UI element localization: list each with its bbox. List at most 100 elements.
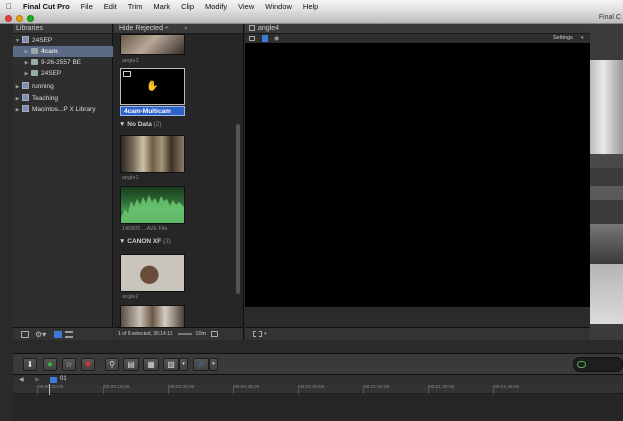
append-clip-button[interactable]: ▧ [163,358,179,371]
viewer-settings-button[interactable]: Settings [553,35,573,41]
audio-angle-icon[interactable]: ◉ [274,35,279,42]
select-tool-button[interactable]: ⬀ [193,358,209,371]
menu-mark[interactable]: Mark [153,2,170,11]
audio-video-angle-icon[interactable] [262,35,268,42]
connect-icon: ▤ [127,360,135,369]
unrate-button[interactable]: ☆ [62,358,76,371]
filter-popup[interactable]: Hide Rejected ÷ [119,25,169,32]
list-view-icon[interactable] [65,330,74,338]
viewer-header: angle4 [245,24,590,34]
ruler-tick: 00:01:15:00 [364,385,390,390]
clip-thumbnail-multicam[interactable]: ✋ [120,68,185,105]
section-disclosure-icon[interactable]: ▼ [119,121,125,128]
window-title: Final C [598,14,621,21]
viewer-video-screen[interactable] [245,43,590,307]
libraries-sidebar: Libraries ▼ 24SEP ▶ 4cam ▶ 9-26-2557 BE ▶ 24… [13,24,113,340]
arrow-cursor-icon: ⬀ [197,360,205,369]
disclosure-closed-icon[interactable]: ▶ [22,69,31,80]
section-header-no-data[interactable]: ▼ No Data (2) [119,121,162,128]
menu-window[interactable]: Window [265,2,292,11]
section-name: No Data [127,121,152,128]
browser-header: Hide Rejected ÷ ⌕ [114,24,243,34]
action-gear-icon[interactable]: ⚙▾ [35,330,46,339]
connect-clip-button[interactable]: ▤ [123,358,139,371]
star-outline-icon: ☆ [65,360,73,369]
viewer-clip-icon [249,25,255,31]
fullscreen-icon[interactable] [253,331,262,337]
clip-caption: angle3 [122,58,139,64]
tools-popup[interactable]: ▾ [209,358,218,371]
library-icon [22,82,29,89]
library-item-macintosh[interactable]: ▶ Macintos...P X Library [13,104,113,115]
insert-clip-button[interactable]: ▦ [143,358,159,371]
window-titlebar: Final C [0,12,623,24]
event-star-icon [31,70,38,76]
disclosure-closed-icon[interactable]: ▶ [13,82,22,93]
library-item-24sep[interactable]: ▼ 24SEP [13,35,113,46]
menu-modify[interactable]: Modify [205,2,227,11]
zoom-window-button[interactable] [27,15,34,22]
menu-view[interactable]: View [238,2,254,11]
edit-options-popup[interactable]: ▾ [179,358,188,371]
menu-clip[interactable]: Clip [181,2,194,11]
forward-arrow-icon[interactable]: ▶ [35,376,40,383]
menu-trim[interactable]: Trim [128,2,143,11]
keyword-button[interactable]: ⚲ [105,358,119,371]
menu-file[interactable]: File [81,2,93,11]
clip-appearance-icon[interactable] [211,331,219,337]
clip-caption: angle2 [122,294,139,300]
viewer-panel: angle4 ◉ Settings ▾ ▾ [245,24,590,340]
clip-name-field[interactable]: 4cam-Multicam [120,106,185,116]
apple-menu-icon[interactable]:  [6,2,12,11]
chevron-down-icon[interactable]: ▾ [264,331,267,337]
audio-waveform [121,195,184,223]
clip-caption: angle1 [122,175,139,181]
zoom-duration: 10m [195,331,207,337]
menu-bar:  Final Cut Pro File Edit Trim Mark Clip… [0,0,623,12]
library-item-teaching[interactable]: ▶ Teaching [13,93,113,104]
key-icon: ⚲ [109,360,115,369]
timeline-header: ◀ ▶ 01 [13,375,623,385]
ruler-tick: 00:00:00:00 [38,385,64,390]
main-toolbar: ⬇ ★ ☆ ✖ ⚲ ▤ ▦ ▧ ▾ ⬀ ▾ [13,353,623,375]
event-item-24sep[interactable]: ▶ 24SEP [13,68,113,79]
disclosure-closed-icon[interactable]: ▶ [13,105,22,116]
library-icon [22,105,29,112]
menu-edit[interactable]: Edit [104,2,117,11]
section-disclosure-icon[interactable]: ▼ [119,238,125,245]
menu-help[interactable]: Help [303,2,318,11]
selection-status: 1 of 9 selected, 35:14:11 [118,331,173,337]
search-icon[interactable]: ⌕ [184,24,188,34]
close-window-button[interactable] [5,15,12,22]
append-icon: ▧ [167,360,175,369]
reject-x-icon: ✖ [84,360,92,369]
event-star-icon [31,59,38,65]
clip-thumbnail-angle3[interactable] [120,34,185,55]
section-header-canon-xf[interactable]: ▼ CANON XF (3) [119,238,171,245]
favorite-button[interactable]: ★ [43,358,57,371]
reject-button[interactable]: ✖ [81,358,95,371]
event-item-4cam[interactable]: ▶ 4cam [13,46,113,57]
timeline-track-area[interactable] [13,395,623,421]
zoom-slider[interactable] [178,333,193,335]
clip-thumbnail-angle2[interactable] [120,254,185,292]
app-menu[interactable]: Final Cut Pro [23,2,70,11]
event-item-9-26-2557[interactable]: ▶ 9-26-2557 BE [13,57,113,68]
filmstrip-view-icon[interactable] [54,330,63,338]
event-label: 24SEP [41,70,62,77]
ruler-tick: 00:01:30:00 [429,385,455,390]
clip-thumbnail-angle1[interactable] [120,135,185,173]
browser-scrollbar[interactable] [236,124,240,294]
library-label: Teaching [32,95,59,102]
timeline-ruler[interactable]: 00:00:00:00 00:00:15:00 00:00:30:00 00:0… [13,385,623,394]
back-arrow-icon[interactable]: ◀ [19,376,24,383]
timecode-display[interactable] [573,357,623,372]
chevron-down-icon[interactable]: ▾ [581,35,584,41]
library-item-running[interactable]: ▶ running [13,81,113,92]
minimize-window-button[interactable] [16,15,23,22]
project-name[interactable]: 01 [60,376,67,382]
video-angle-icon[interactable] [249,36,255,41]
import-button[interactable]: ⬇ [23,358,37,371]
clip-thumbnail-audio[interactable] [120,186,185,224]
show-libraries-icon[interactable] [21,330,29,338]
